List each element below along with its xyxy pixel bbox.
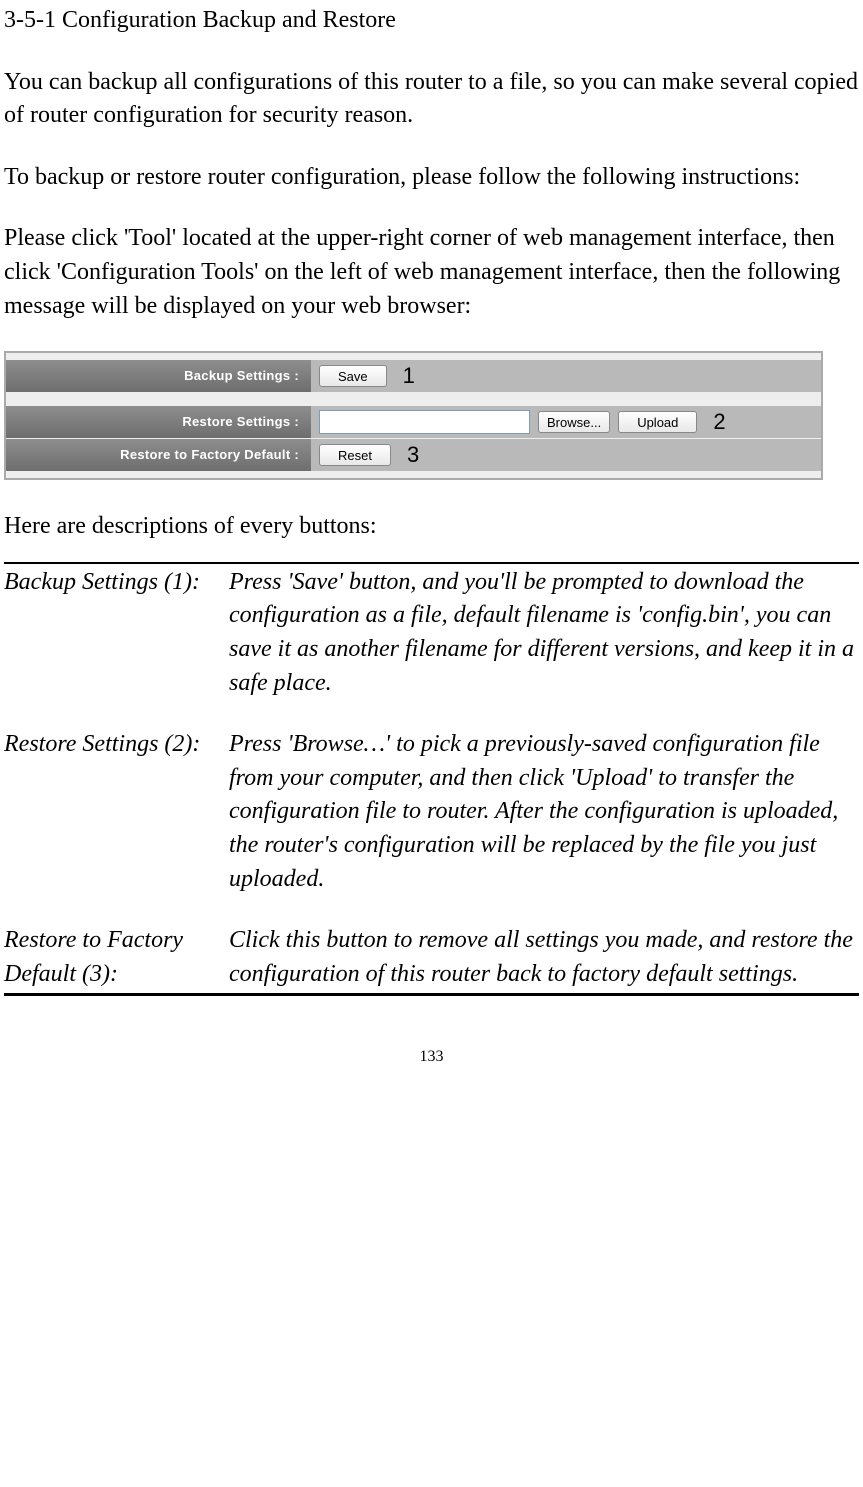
desc-term-restore: Restore Settings (2):	[4, 728, 229, 896]
paragraph-intro-3: Please click 'Tool' located at the upper…	[4, 222, 859, 323]
desc-term-backup: Backup Settings (1):	[4, 566, 229, 700]
section-title: 3-5-1 Configuration Backup and Restore	[4, 4, 859, 38]
marker-2: 2	[713, 407, 725, 438]
descriptions-intro: Here are descriptions of every buttons:	[4, 510, 859, 544]
marker-1: 1	[403, 361, 415, 392]
browse-button[interactable]: Browse...	[538, 411, 610, 433]
backup-settings-row: Backup Settings : Save 1	[6, 360, 821, 392]
restore-file-input[interactable]	[319, 410, 530, 434]
reset-button[interactable]: Reset	[319, 444, 391, 466]
backup-settings-label: Backup Settings :	[6, 360, 311, 392]
config-tools-panel: Backup Settings : Save 1 Restore Setting…	[4, 351, 823, 480]
factory-default-row: Restore to Factory Default : Reset 3	[6, 439, 821, 471]
table-row: Restore to Factory Default (3): Click th…	[4, 922, 859, 993]
paragraph-intro-1: You can backup all configurations of thi…	[4, 66, 859, 133]
descriptions-table: Backup Settings (1): Press 'Save' button…	[4, 562, 859, 997]
table-row: Backup Settings (1): Press 'Save' button…	[4, 564, 859, 726]
restore-settings-row: Restore Settings : Browse... Upload 2	[6, 406, 821, 438]
desc-def-factory: Click this button to remove all settings…	[229, 924, 859, 991]
marker-3: 3	[407, 440, 419, 471]
page-number: 133	[4, 1046, 859, 1068]
paragraph-intro-2: To backup or restore router configuratio…	[4, 161, 859, 195]
save-button[interactable]: Save	[319, 365, 387, 387]
upload-button[interactable]: Upload	[618, 411, 697, 433]
desc-def-backup: Press 'Save' button, and you'll be promp…	[229, 566, 859, 700]
table-row: Restore Settings (2): Press 'Browse…' to…	[4, 726, 859, 922]
desc-term-factory: Restore to Factory Default (3):	[4, 924, 229, 991]
restore-settings-label: Restore Settings :	[6, 406, 311, 438]
desc-def-restore: Press 'Browse…' to pick a previously-sav…	[229, 728, 859, 896]
factory-default-label: Restore to Factory Default :	[6, 439, 311, 471]
